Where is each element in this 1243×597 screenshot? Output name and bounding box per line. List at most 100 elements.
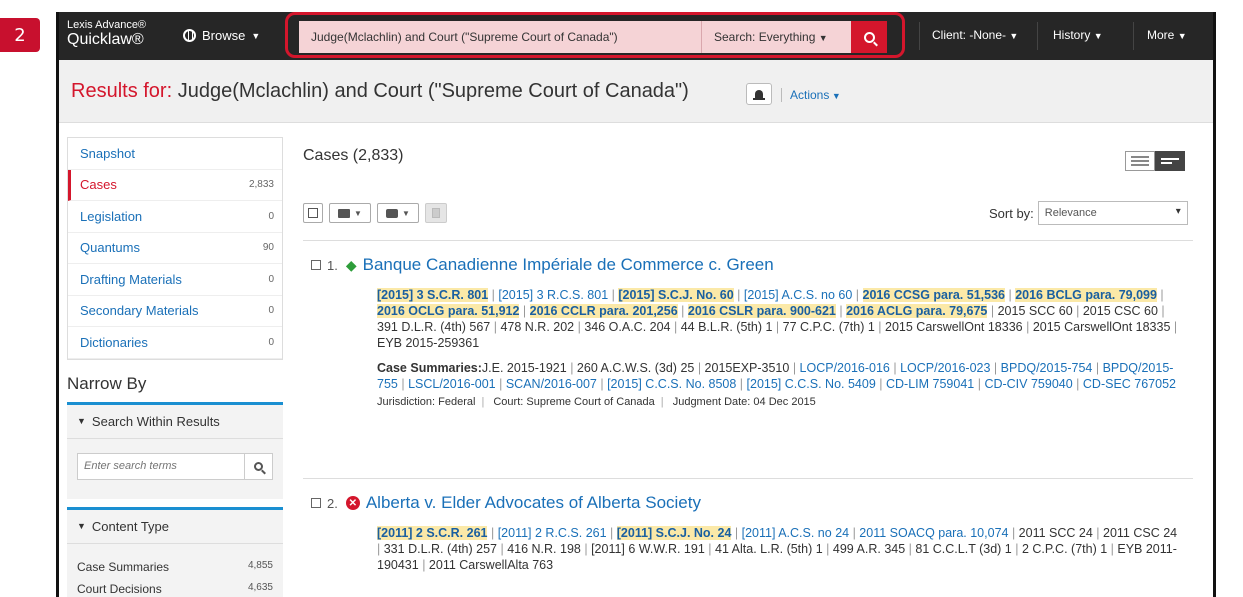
- sort-value: Relevance: [1044, 207, 1097, 219]
- logo-line-2: Quicklaw®: [67, 31, 144, 48]
- lexis-quicklaw-logo[interactable]: Lexis Advance® Quicklaw®: [67, 20, 146, 48]
- result-number: 2.: [327, 495, 338, 511]
- citation-separator: |: [1107, 542, 1118, 556]
- citation-link[interactable]: SCAN/2016-007: [506, 377, 597, 391]
- nav-divider: [919, 22, 920, 50]
- more-label: More: [1147, 28, 1175, 42]
- sidebar-item-snapshot[interactable]: Snapshot: [68, 138, 282, 170]
- sidebar-item-count: 90: [262, 242, 274, 254]
- result-metadata: Jurisdiction: Federal | Court: Supreme Co…: [377, 396, 816, 408]
- result-title-link[interactable]: Alberta v. Elder Advocates of Alberta So…: [366, 493, 701, 513]
- content-type-row[interactable]: Court Decisions 4,635: [67, 578, 283, 597]
- result-header: 1. ◆ Banque Canadienne Impériale de Comm…: [303, 255, 1183, 275]
- document-button-disabled[interactable]: [425, 203, 447, 223]
- select-all-checkbox[interactable]: [303, 203, 323, 223]
- results-title: Results for: Judge(Mclachlin) and Court …: [71, 80, 689, 103]
- sidebar-item-secondary-materials[interactable]: Secondary Materials 0: [68, 296, 282, 327]
- caret-down-icon: ▼: [251, 30, 261, 41]
- result-number: 1.: [327, 257, 338, 273]
- caret-down-icon: ▼: [1009, 31, 1019, 41]
- citation-link: 2011 SCC 24: [1018, 526, 1093, 540]
- citation-link[interactable]: [2011] 2 S.C.R. 261: [377, 526, 488, 540]
- citation-link[interactable]: [2015] S.C.J. No. 60: [618, 288, 734, 302]
- citation-link[interactable]: [2011] A.C.S. no 24: [742, 526, 849, 540]
- citation-link: 2015 CarswellOnt 18336: [885, 320, 1023, 334]
- citation-link: 478 N.R. 202: [500, 320, 575, 334]
- search-within-button[interactable]: [245, 452, 273, 480]
- citation-link: 499 A.R. 345: [832, 542, 906, 556]
- triangle-down-icon: ▼: [77, 416, 86, 426]
- citation-link[interactable]: CD-LIM 759041: [886, 377, 974, 391]
- citation-link: 77 C.P.C. (7th) 1: [782, 320, 875, 334]
- sidebar-item-drafting-materials[interactable]: Drafting Materials 0: [68, 264, 282, 296]
- citation-separator: |: [677, 304, 688, 318]
- citation-link[interactable]: [2015] 3 R.C.S. 801: [498, 288, 608, 302]
- sidebar-item-count: 0: [268, 273, 274, 285]
- citation-link[interactable]: [2011] 2 R.C.S. 261: [498, 526, 607, 540]
- sidebar-item-label: Drafting Materials: [80, 271, 182, 287]
- citation-link[interactable]: 2016 ACLG para. 79,675: [846, 304, 988, 318]
- citation-link[interactable]: [2015] 3 S.C.R. 801: [377, 288, 489, 302]
- citation-link[interactable]: 2016 CSLR para. 900-621: [687, 304, 836, 318]
- app-window: Lexis Advance® Quicklaw® Browse ▼ Search…: [56, 12, 1216, 597]
- citation-link[interactable]: BPDQ/2015-754: [1001, 361, 1093, 375]
- green-diamond-icon[interactable]: ◆: [346, 257, 357, 274]
- court-text: Court: Supreme Court of Canada: [493, 396, 655, 408]
- search-within-header: Search Within Results: [91, 413, 220, 429]
- step-number-badge: 2: [0, 18, 40, 52]
- history-menu[interactable]: History ▼: [1053, 28, 1103, 42]
- citation-link[interactable]: 2016 CCLR para. 201,256: [529, 304, 678, 318]
- sidebar-item-cases[interactable]: Cases 2,833: [68, 169, 282, 201]
- citation-link[interactable]: 2016 BCLG para. 79,099: [1015, 288, 1157, 302]
- citation-separator: |: [1008, 526, 1019, 540]
- result-checkbox[interactable]: [311, 260, 321, 270]
- content-type-toggle[interactable]: ▼ Content Type: [67, 510, 283, 544]
- citation-link[interactable]: [2015] C.C.S. No. 8508: [607, 377, 736, 391]
- sort-dropdown[interactable]: Relevance: [1037, 201, 1188, 225]
- sidebar-item-quantums[interactable]: Quantums 90: [68, 233, 282, 264]
- sidebar-item-legislation[interactable]: Legislation 0: [68, 201, 282, 233]
- content-type-label: Court Decisions: [77, 581, 162, 596]
- citation-link[interactable]: LSCL/2016-001: [408, 377, 496, 391]
- search-within-input[interactable]: [77, 452, 245, 480]
- citation-link[interactable]: [2015] A.C.S. no 60: [744, 288, 852, 302]
- alert-button[interactable]: [746, 83, 772, 105]
- sidebar-item-label: Cases: [80, 177, 117, 193]
- folder-button[interactable]: ▼: [329, 203, 371, 223]
- citation-link[interactable]: [2011] S.C.J. No. 24: [616, 526, 732, 540]
- search-button[interactable]: [851, 21, 887, 53]
- browse-menu[interactable]: Browse ▼: [183, 28, 260, 43]
- result-checkbox[interactable]: [311, 498, 321, 508]
- list-view-button[interactable]: [1125, 151, 1155, 171]
- search-input[interactable]: [299, 21, 701, 53]
- search-within-toggle[interactable]: ▼ Search Within Results: [67, 405, 283, 439]
- citation-separator: |: [1004, 288, 1016, 302]
- result-title-link[interactable]: Banque Canadienne Impériale de Commerce …: [363, 255, 774, 275]
- detail-view-button[interactable]: [1155, 151, 1185, 171]
- citation-separator: |: [789, 361, 800, 375]
- citation-separator: |: [608, 288, 619, 302]
- triangle-down-icon: ▼: [77, 521, 86, 531]
- sidebar-item-dictionaries[interactable]: Dictionaries 0: [68, 327, 282, 359]
- actions-menu[interactable]: Actions ▼: [781, 88, 841, 102]
- citation-link[interactable]: 2016 CCSG para. 51,536: [862, 288, 1005, 302]
- citation-separator: |: [974, 377, 985, 391]
- print-button[interactable]: ▼: [377, 203, 419, 223]
- citation-link[interactable]: LOCP/2016-016: [800, 361, 890, 375]
- search-scope-dropdown[interactable]: Search: Everything ▼: [701, 21, 851, 53]
- citation-link[interactable]: 2016 OCLG para. 51,912: [377, 304, 520, 318]
- citation-link[interactable]: 2011 SOACQ para. 10,074: [859, 526, 1008, 540]
- citation-link[interactable]: [2015] C.C.S. No. 5409: [747, 377, 876, 391]
- red-x-circle-icon[interactable]: ✕: [345, 496, 360, 510]
- citation-link[interactable]: LOCP/2016-023: [900, 361, 990, 375]
- citation-separator: |: [733, 288, 744, 302]
- citation-link[interactable]: CD-CIV 759040: [984, 377, 1072, 391]
- citation-separator: |: [488, 288, 499, 302]
- content-type-row[interactable]: Case Summaries 4,855: [67, 556, 283, 578]
- more-menu[interactable]: More ▼: [1147, 28, 1187, 42]
- client-label: Client: -None-: [932, 28, 1007, 42]
- citation-link[interactable]: CD-SEC 767052: [1083, 377, 1176, 391]
- narrow-by-heading: Narrow By: [67, 373, 147, 393]
- citation-separator: |: [519, 304, 530, 318]
- client-menu[interactable]: Client: -None- ▼: [932, 28, 1018, 42]
